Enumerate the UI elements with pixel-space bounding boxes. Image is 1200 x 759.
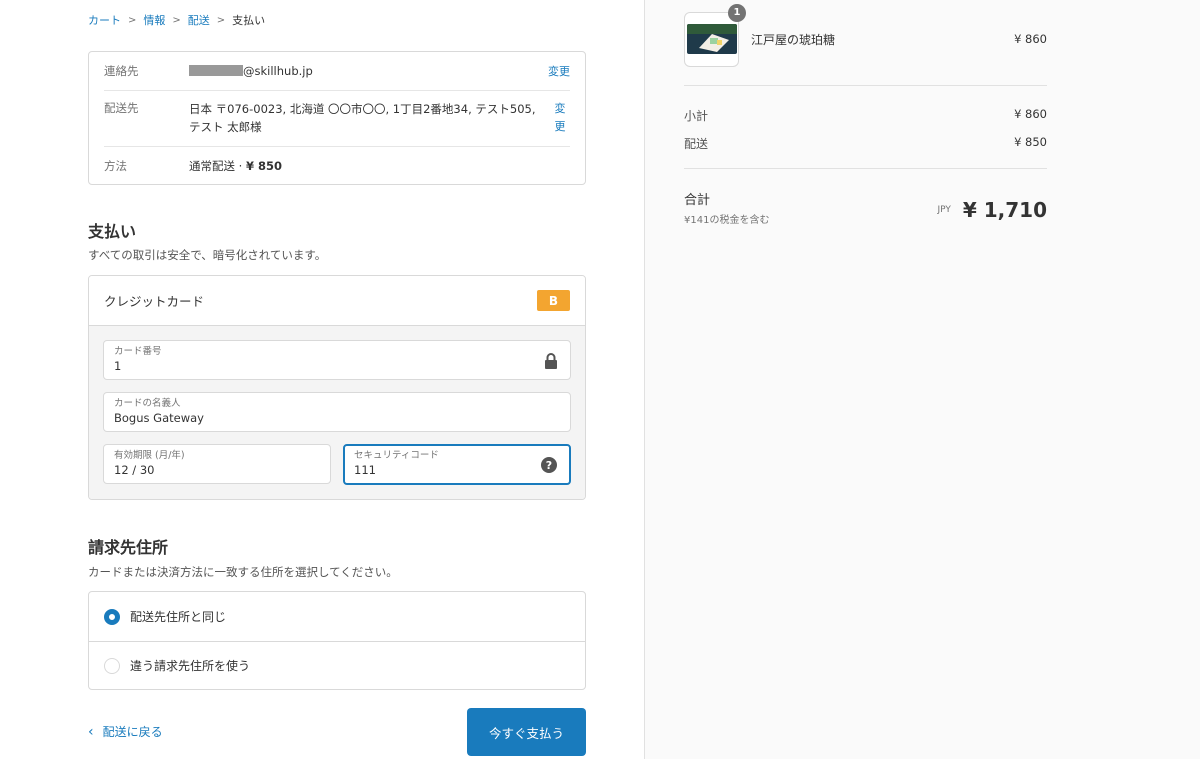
expiry-value: 12 / 30 [114,463,155,477]
pay-now-button[interactable]: 今すぐ支払う [467,708,586,756]
review-method-row: 方法 通常配送 · ¥ 850 [104,147,570,184]
credit-card-header[interactable]: クレジットカード B [89,276,585,326]
security-code-value: 111 [354,463,376,477]
card-number-field[interactable]: カード番号 1 [103,340,571,380]
method-label: 方法 [104,158,127,173]
billing-option-label: 配送先住所と同じ [130,610,227,624]
product-price: ¥ 860 [1014,32,1047,46]
product-image [686,24,737,54]
masked-email [189,65,243,76]
back-label: 配送に戻る [102,725,163,739]
subtotal-row: 小計 ¥ 860 [684,107,1047,124]
subtotal-value: ¥ 860 [1014,107,1047,121]
currency-code: JPY [937,204,951,215]
expiry-field[interactable]: 有効期限 (月/年) 12 / 30 [103,444,331,484]
billing-subtitle: カードまたは決済方法に一致する住所を選択してください。 [88,565,398,579]
breadcrumb-information[interactable]: 情報 [143,12,165,28]
security-code-field[interactable]: セキュリティコード 111 ? [343,444,571,485]
breadcrumb-shipping[interactable]: 配送 [188,12,210,28]
breadcrumb-cart[interactable]: カート [88,12,121,28]
chevron-right-icon: > [216,14,226,26]
tax-note: ¥141の税金を含む [684,215,770,226]
shipping-value: ¥ 850 [1014,135,1047,149]
ship-value: 日本 〒076-0023, 北海道 〇〇市〇〇, 1丁目2番地34, テスト50… [189,102,536,134]
method-price: ¥ 850 [245,158,282,173]
chevron-left-icon: ‹ [88,723,94,740]
checkout-main: カート > 情報 > 配送 > 支払い 連絡先 @skillhub.jp 変更 … [0,0,644,759]
total-label: 合計 [684,193,711,208]
payment-subtitle: すべての取引は安全で、暗号化されています。 [88,248,327,262]
billing-option-label: 違う請求先住所を使う [130,659,251,673]
back-to-shipping-link[interactable]: ‹ 配送に戻る [88,723,163,740]
billing-option-different[interactable]: 違う請求先住所を使う [89,641,585,689]
svg-text:?: ? [546,459,552,472]
bogus-gateway-badge-icon: B [537,290,570,311]
payment-method-label: クレジットカード [104,294,205,309]
contact-label: 連絡先 [104,64,139,78]
card-number-label: カード番号 [114,346,162,357]
expiry-label: 有効期限 (月/年) [114,450,185,461]
billing-option-same[interactable]: 配送先住所と同じ [89,592,585,641]
card-name-field[interactable]: カードの名義人 Bogus Gateway [103,392,571,432]
subtotal-label: 小計 [684,109,709,123]
quantity-badge: 1 [728,3,746,22]
change-address-link[interactable]: 変更 [550,100,570,146]
help-icon[interactable]: ? [541,457,557,476]
divider [684,85,1047,86]
review-contact-row: 連絡先 @skillhub.jp 変更 [104,52,570,91]
card-name-value: Bogus Gateway [114,411,204,425]
payment-title: 支払い [88,222,137,241]
chevron-right-icon: > [172,14,181,26]
divider [684,168,1047,169]
change-contact-link[interactable]: 変更 [548,63,570,79]
card-name-label: カードの名義人 [114,398,181,409]
breadcrumb: カート > 情報 > 配送 > 支払い [88,12,265,28]
chevron-right-icon: > [128,14,137,26]
product-name: 江戸屋の琥珀糖 [751,32,836,47]
radio-unselected[interactable] [104,657,120,674]
line-item: 1 江戸屋の琥珀糖 ¥ 860 [684,3,1047,67]
total-amount: ¥ 1,710 [962,197,1047,222]
ship-label: 配送先 [104,101,139,115]
card-number-value: 1 [114,359,122,373]
radio-selected[interactable] [104,608,120,625]
review-ship-row: 配送先 日本 〒076-0023, 北海道 〇〇市〇〇, 1丁目2番地34, テ… [104,91,570,147]
product-thumbnail: 1 [684,3,746,67]
card-fields: カード番号 1 カードの名義人 Bogus Gateway 有効期限 (月/年)… [89,326,585,499]
shipping-label: 配送 [684,137,709,151]
shipping-row: 配送 ¥ 850 [684,135,1047,152]
total-row: 合計 ¥141の税金を含む JPY ¥ 1,710 [684,189,1047,226]
lock-icon [544,353,558,372]
billing-options: 配送先住所と同じ 違う請求先住所を使う [88,591,586,690]
payment-box: クレジットカード B カード番号 1 カードの名義人 Bogus Gateway… [88,275,586,500]
breadcrumb-payment: 支払い [232,14,266,27]
contact-value: @skillhub.jp [243,64,313,78]
billing-title: 請求先住所 [88,538,169,557]
method-value: 通常配送 · [189,158,246,173]
order-summary: 1 江戸屋の琥珀糖 ¥ 860 小計 ¥ 860 配送 ¥ 850 合計 ¥14… [644,0,1200,759]
security-code-label: セキュリティコード [354,450,439,461]
review-block: 連絡先 @skillhub.jp 変更 配送先 日本 〒076-0023, 北海… [88,51,586,185]
